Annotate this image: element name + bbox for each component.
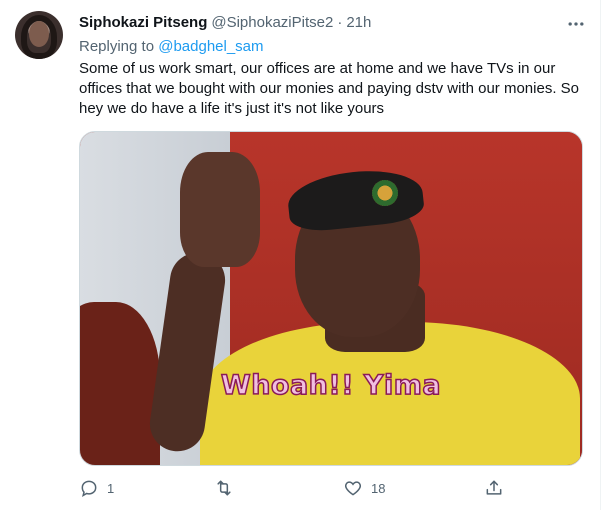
share-button[interactable]	[484, 478, 504, 498]
like-icon	[343, 478, 363, 498]
reply-button[interactable]: 1	[79, 478, 114, 498]
replying-to: Replying to @badghel_sam	[79, 38, 264, 55]
action-bar: 1 18	[79, 478, 509, 502]
avatar-face	[29, 21, 49, 47]
avatar[interactable]	[15, 11, 63, 59]
more-icon[interactable]	[566, 14, 586, 34]
image-beret-badge	[372, 180, 398, 206]
like-count: 18	[371, 480, 386, 496]
replying-to-mention[interactable]: @badghel_sam	[158, 38, 263, 55]
tweet-header: Siphokazi Pitseng @SiphokaziPitse2 · 21h	[79, 14, 371, 31]
separator: ·	[337, 14, 343, 31]
tweet-text: Some of us work smart, our offices are a…	[79, 60, 580, 117]
share-icon	[484, 478, 504, 498]
retweet-icon	[214, 478, 234, 498]
image-caption: Whoah!! Yima	[220, 369, 442, 402]
timestamp[interactable]: 21h	[346, 14, 371, 31]
replying-to-label: Replying to	[79, 38, 155, 55]
like-button[interactable]: 18	[343, 478, 385, 498]
retweet-button[interactable]	[214, 478, 242, 498]
reply-icon	[79, 478, 99, 498]
reply-count: 1	[107, 480, 115, 496]
tweet-image[interactable]: Whoah!! Yima	[79, 131, 583, 466]
tweet[interactable]: Siphokazi Pitseng @SiphokaziPitse2 · 21h…	[0, 0, 601, 510]
author-handle[interactable]: @SiphokaziPitse2	[211, 14, 333, 31]
author-name[interactable]: Siphokazi Pitseng	[79, 14, 207, 31]
image-raised-hand	[180, 152, 260, 267]
